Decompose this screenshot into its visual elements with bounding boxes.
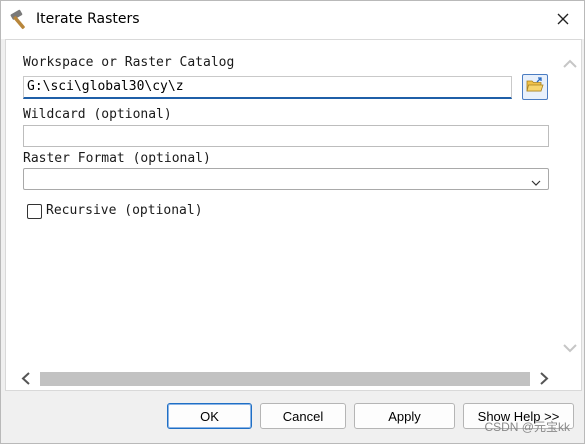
raster-format-select[interactable] bbox=[23, 168, 549, 190]
watermark: CSDN @元宝kk bbox=[484, 420, 570, 434]
ok-button[interactable]: OK bbox=[167, 403, 252, 429]
title-bar: Iterate Rasters bbox=[1, 1, 584, 39]
cancel-button[interactable]: Cancel bbox=[260, 403, 346, 429]
open-folder-icon bbox=[526, 77, 544, 97]
close-button[interactable] bbox=[550, 7, 576, 33]
raster-format-label: Raster Format (optional) bbox=[23, 151, 211, 166]
parameters-panel: Workspace or Raster Catalog G:\sci\globa… bbox=[5, 39, 582, 391]
scroll-left-icon[interactable] bbox=[18, 370, 34, 387]
wildcard-input[interactable] bbox=[23, 125, 549, 147]
workspace-input[interactable]: G:\sci\global30\cy\z bbox=[23, 76, 512, 99]
horizontal-scrollbar[interactable] bbox=[18, 370, 552, 387]
scrollbar-thumb[interactable] bbox=[40, 372, 530, 386]
scroll-right-icon[interactable] bbox=[536, 370, 552, 387]
chevron-down-icon bbox=[530, 174, 542, 186]
window-title: Iterate Rasters bbox=[36, 11, 140, 27]
apply-button[interactable]: Apply bbox=[354, 403, 455, 429]
scroll-up-icon[interactable] bbox=[562, 56, 578, 70]
workspace-label: Workspace or Raster Catalog bbox=[23, 55, 235, 70]
scroll-down-icon[interactable] bbox=[562, 340, 578, 354]
close-icon bbox=[556, 11, 570, 30]
hammer-icon bbox=[9, 9, 33, 31]
iterate-rasters-dialog: Iterate Rasters Workspace or Raster Cata… bbox=[0, 0, 585, 444]
recursive-label: Recursive (optional) bbox=[46, 203, 203, 218]
wildcard-label: Wildcard (optional) bbox=[23, 107, 172, 122]
recursive-checkbox[interactable] bbox=[27, 204, 42, 219]
browse-button[interactable] bbox=[522, 74, 548, 100]
